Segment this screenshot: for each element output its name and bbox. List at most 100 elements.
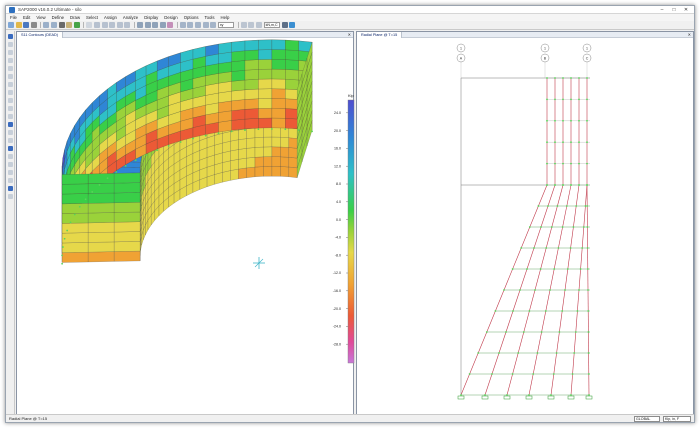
previous-select-icon[interactable] (7, 138, 13, 143)
reshape-icon[interactable] (7, 42, 13, 47)
show-undeformed-icon[interactable] (202, 22, 209, 28)
draw-joint-icon[interactable] (7, 50, 13, 55)
menu-tools[interactable]: Tools (205, 15, 215, 20)
menu-define[interactable]: Define (52, 15, 64, 20)
new-model-icon[interactable] (8, 22, 14, 28)
status-message: Radial Plane @ T=15 (9, 416, 48, 421)
display-options-icon[interactable] (195, 22, 202, 28)
shell-element (285, 49, 299, 61)
redo-icon[interactable] (50, 22, 57, 28)
draw-area-icon[interactable] (7, 82, 13, 87)
menu-select[interactable]: Select (86, 15, 98, 20)
menu-help[interactable]: Help (221, 15, 230, 20)
refresh-view-icon[interactable] (58, 22, 65, 28)
open-file-icon[interactable] (15, 22, 22, 28)
select-all-icon[interactable] (7, 122, 13, 127)
radial-plane-panel[interactable]: Radial Plane @ T=15 ✕ 1A1B1C (356, 31, 694, 415)
snap-grid-icon[interactable] (7, 178, 13, 183)
zoom-in-icon[interactable] (101, 22, 108, 28)
run-analysis-icon[interactable] (73, 22, 80, 28)
draw-rect-area-icon[interactable] (7, 90, 13, 95)
frame-draw-icon[interactable] (240, 22, 247, 28)
joint (511, 268, 514, 270)
view-yz-icon[interactable] (159, 22, 166, 28)
snap-lines-icon[interactable] (7, 170, 13, 175)
zoom-out-icon[interactable] (109, 22, 116, 28)
joint (520, 247, 523, 249)
pan-icon[interactable] (124, 22, 131, 28)
view-xz-icon[interactable] (152, 22, 159, 28)
move-down-icon[interactable] (187, 22, 194, 28)
shell-element (280, 137, 289, 148)
shell-element (222, 131, 231, 144)
joint (512, 310, 514, 312)
radial-plane-tab[interactable]: Radial Plane @ T=15 (357, 31, 403, 38)
contour-3d-canvas[interactable]: Kip 24.0 20.0 16.0 12.0 8.0 4.0 0.0 -4.0 -8.0 -12… (17, 38, 355, 416)
shell-element (87, 202, 115, 214)
toolbar-divider (40, 22, 42, 28)
snap-joints-icon[interactable] (7, 162, 13, 167)
snap-perpendicular-icon[interactable] (7, 194, 13, 199)
snap-intersection-icon[interactable] (7, 186, 13, 191)
draw-frame-icon[interactable] (7, 58, 13, 63)
draw-solid-icon[interactable] (7, 106, 13, 111)
quick-draw-frame-icon[interactable] (7, 66, 13, 71)
area-draw-icon[interactable] (248, 22, 255, 28)
shell-element (231, 89, 246, 102)
view-3d-tab[interactable]: S11 Contours (DEAD) (17, 31, 64, 38)
minimize-button[interactable]: – (656, 6, 668, 14)
joint (573, 352, 576, 354)
joint (554, 119, 556, 122)
lock-model-icon[interactable] (66, 22, 73, 28)
title-bar: SAP2000 v16.0.2 Ultimate - silo – □ ✕ (6, 6, 694, 14)
joint (533, 247, 535, 249)
menu-draw[interactable]: Draw (70, 15, 80, 20)
undo-icon[interactable] (43, 22, 50, 28)
draw-brace-icon[interactable] (7, 74, 13, 79)
zoom-window-icon[interactable] (93, 22, 100, 28)
units-select[interactable]: Kip, in, F (663, 416, 691, 422)
print-icon[interactable] (30, 22, 37, 28)
maximize-button[interactable]: □ (668, 6, 680, 14)
legend-tick-label: 24.0 (334, 111, 341, 115)
save-icon[interactable] (23, 22, 30, 28)
deselect-icon[interactable] (7, 130, 13, 135)
menu-analyze[interactable]: Analyze (123, 15, 138, 20)
radial-plane-mesh (457, 77, 593, 400)
menu-file[interactable]: File (10, 15, 17, 20)
joint-draw-icon[interactable] (256, 22, 263, 28)
radial-plane-canvas[interactable]: 1A1B1C (357, 38, 695, 416)
zoom-full-icon[interactable] (116, 22, 123, 28)
menu-assign[interactable]: Assign (104, 15, 117, 20)
legend-tick-label: -12.0 (333, 271, 341, 275)
units-combo[interactable]: kN,m,C (263, 22, 280, 28)
close-button[interactable]: ✕ (680, 6, 692, 14)
coord-system-select[interactable]: GLOBAL (634, 416, 660, 422)
view-combo[interactable]: xy (217, 22, 234, 28)
pointer-icon[interactable] (86, 22, 93, 28)
perspective-icon[interactable] (167, 22, 174, 28)
show-forces-icon[interactable] (210, 22, 217, 28)
draw-link-icon[interactable] (7, 114, 13, 119)
select-pointer-icon[interactable] (7, 34, 13, 39)
shell-element (280, 166, 289, 177)
support-joint (192, 137, 194, 140)
set-display-icon[interactable] (289, 22, 296, 28)
quick-draw-area-icon[interactable] (7, 98, 13, 103)
view-xy-icon[interactable] (144, 22, 151, 28)
move-up-icon[interactable] (179, 22, 186, 28)
intersect-select-icon[interactable] (7, 154, 13, 159)
menu-edit[interactable]: Edit (23, 15, 30, 20)
shell-element (231, 70, 246, 82)
joint (485, 331, 488, 333)
clear-selection-icon[interactable] (7, 146, 13, 151)
section-cut-icon[interactable] (281, 22, 288, 28)
menu-display[interactable]: Display (144, 15, 158, 20)
menu-design[interactable]: Design (164, 15, 177, 20)
view-3d-panel[interactable]: S11 Contours (DEAD) ✕ Kip 24.0 20.0 16.0… (16, 31, 355, 416)
menu-options[interactable]: Options (184, 15, 199, 20)
shell-element (61, 203, 89, 214)
support-joint (134, 159, 137, 162)
menu-view[interactable]: View (36, 15, 45, 20)
view-3d-icon[interactable] (136, 22, 143, 28)
